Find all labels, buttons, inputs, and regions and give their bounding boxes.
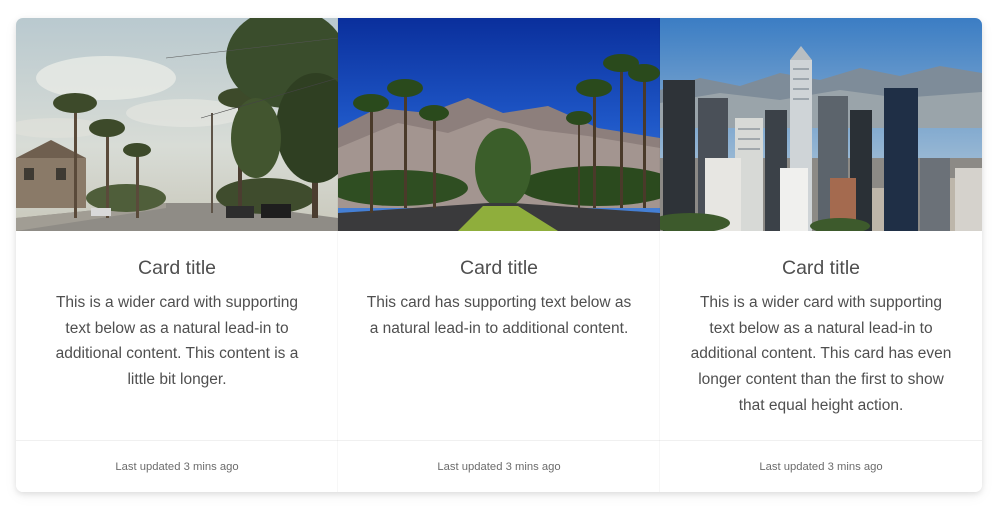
card-3: Card title This is a wider card with sup…: [660, 18, 982, 492]
card-1: Card title This is a wider card with sup…: [16, 18, 338, 492]
last-updated-text: Last updated 3 mins ago: [437, 460, 561, 473]
card-title: Card title: [781, 257, 861, 279]
card-body: Card title This is a wider card with sup…: [16, 231, 338, 440]
card-text: This card has supporting text below as a…: [366, 294, 632, 337]
card-footer: Last updated 3 mins ago: [338, 440, 660, 492]
card-text: This is a wider card with supporting tex…: [690, 294, 952, 414]
last-updated-text: Last updated 3 mins ago: [115, 460, 239, 473]
card-text: This is a wider card with supporting tex…: [55, 294, 299, 389]
last-updated-text: Last updated 3 mins ago: [759, 460, 883, 473]
card-image-palm-avenue: [338, 18, 660, 231]
card-title: Card title: [459, 257, 539, 279]
card-2: Card title This card has supporting text…: [338, 18, 660, 492]
card-footer: Last updated 3 mins ago: [660, 440, 982, 492]
card-body: Card title This card has supporting text…: [338, 231, 660, 440]
card-body: Card title This is a wider card with sup…: [660, 231, 982, 440]
card-title: Card title: [137, 257, 217, 279]
card-footer: Last updated 3 mins ago: [16, 440, 338, 492]
card-group: Card title This is a wider card with sup…: [16, 18, 982, 492]
card-image-city-skyline: [660, 18, 982, 231]
card-image-palm-street: [16, 18, 338, 231]
